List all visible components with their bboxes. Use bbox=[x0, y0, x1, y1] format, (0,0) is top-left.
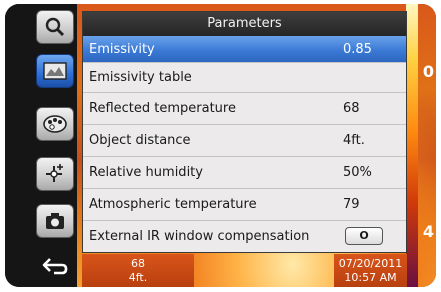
tool-sidebar bbox=[5, 4, 77, 287]
row-label: Object distance bbox=[89, 133, 191, 148]
palette-icon bbox=[43, 115, 67, 133]
image-gallery-button[interactable] bbox=[36, 54, 74, 88]
row-label: Emissivity bbox=[89, 42, 155, 57]
row-label: Emissivity table bbox=[89, 70, 192, 85]
row-relative-humidity[interactable]: Relative humidity 50% bbox=[83, 157, 406, 189]
camera-screen: 0 4 Parameters Emissivity 0.85 Emissivit… bbox=[5, 4, 436, 287]
camera-icon bbox=[46, 213, 64, 229]
back-button[interactable] bbox=[36, 250, 74, 282]
parameters-panel: Parameters Emissivity 0.85 Emissivity ta… bbox=[82, 11, 407, 253]
palette-button[interactable] bbox=[36, 107, 74, 141]
row-label: External IR window compensation bbox=[89, 229, 310, 244]
spot-distance: 4ft. bbox=[128, 271, 148, 284]
temperature-scale-bar bbox=[406, 4, 418, 287]
camera-button[interactable] bbox=[36, 204, 74, 238]
datetime-readout: 07/20/2011 10:57 AM bbox=[334, 254, 407, 287]
date-label: 07/20/2011 bbox=[338, 257, 403, 270]
row-ir-window-compensation[interactable]: External IR window compensation O bbox=[83, 221, 406, 253]
row-reflected-temperature[interactable]: Reflected temperature 68 bbox=[83, 93, 406, 125]
spot-temperature: 68 bbox=[131, 257, 145, 270]
measurement-button[interactable] bbox=[36, 157, 74, 191]
row-value: 0.85 bbox=[343, 42, 372, 57]
scale-max-label: 0 bbox=[422, 62, 434, 81]
row-emissivity[interactable]: Emissivity 0.85 bbox=[83, 36, 406, 63]
row-label: Relative humidity bbox=[89, 165, 203, 180]
measurement-spot-icon bbox=[46, 164, 63, 182]
zoom-button[interactable] bbox=[36, 10, 74, 44]
row-label: Atmospheric temperature bbox=[89, 197, 257, 212]
ir-compensation-toggle[interactable]: O bbox=[345, 227, 383, 245]
back-arrow-icon bbox=[42, 258, 68, 275]
panel-title: Parameters bbox=[83, 12, 406, 36]
row-value: 79 bbox=[343, 197, 360, 212]
row-value: 4ft. bbox=[343, 133, 365, 148]
row-object-distance[interactable]: Object distance 4ft. bbox=[83, 125, 406, 157]
row-value: 68 bbox=[343, 101, 360, 116]
magnifier-icon bbox=[45, 17, 65, 37]
row-value: 50% bbox=[343, 165, 372, 180]
row-atmospheric-temperature[interactable]: Atmospheric temperature 79 bbox=[83, 189, 406, 221]
scale-min-label: 4 bbox=[422, 222, 434, 241]
row-label: Reflected temperature bbox=[89, 101, 236, 116]
row-emissivity-table[interactable]: Emissivity table bbox=[83, 63, 406, 93]
image-gallery-icon bbox=[43, 62, 67, 80]
spot-readout: 68 4ft. bbox=[82, 254, 194, 287]
time-label: 10:57 AM bbox=[344, 271, 397, 284]
